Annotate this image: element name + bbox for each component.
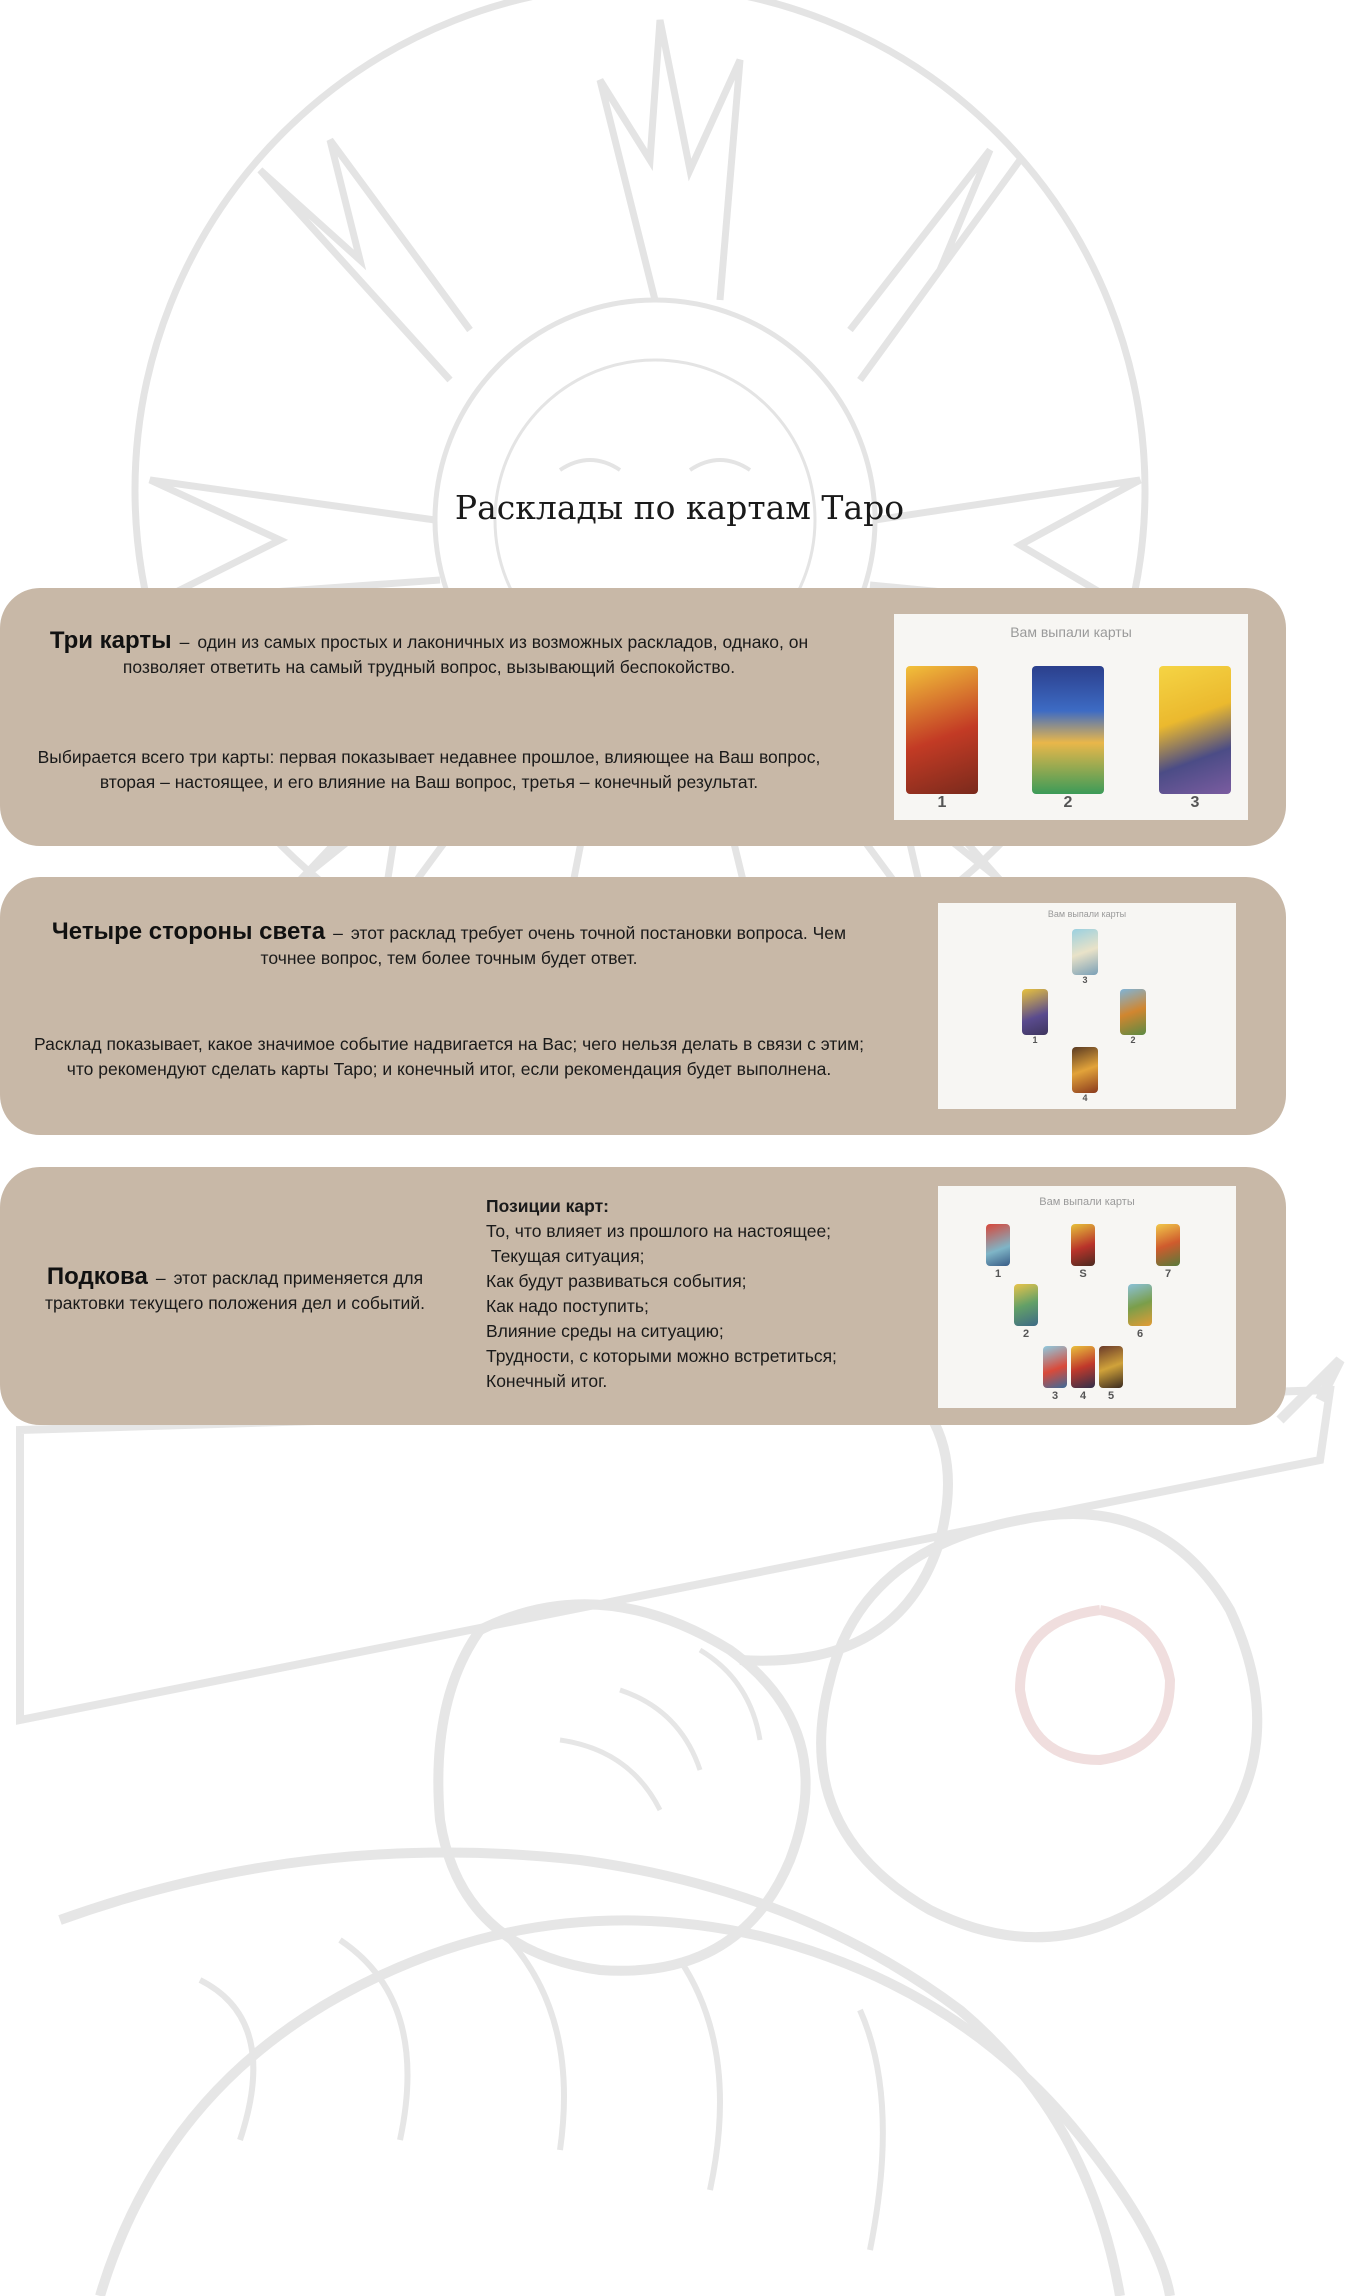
tarot-card (1159, 666, 1231, 794)
tarot-card (1072, 929, 1098, 975)
tarot-card (1022, 989, 1048, 1035)
card-number: 3 (1051, 1390, 1059, 1402)
spread-detail: Расклад показывает, какое значимое событ… (34, 1034, 864, 1079)
spread-name: Четыре стороны света (51, 918, 326, 945)
background-engravings (16, 0, 1345, 2296)
tarot-card (1120, 989, 1146, 1035)
spread-horseshoe: Подкова – этот расклад применяется для тра… (0, 1167, 1286, 1425)
position-item: Как будут развиваться события; (486, 1271, 747, 1291)
card-number: 1 (1032, 1035, 1038, 1045)
card-number: 3 (1082, 975, 1088, 985)
positions-list: Позиции карт: То, что влияет из прошлого… (486, 1194, 837, 1394)
spread-image: Вам выпали карты 3 1 2 4 (938, 903, 1236, 1109)
spread-image: Вам выпали карты 1 2 3 (894, 614, 1248, 820)
tarot-card (1128, 1284, 1152, 1326)
tarot-card (1014, 1284, 1038, 1326)
image-caption: Вам выпали карты (1047, 909, 1127, 919)
tarot-card (1156, 1224, 1180, 1266)
card-number: 2 (1063, 794, 1073, 811)
card-number: 2 (1130, 1035, 1136, 1045)
spread-intro: Подкова – этот расклад применяется для тра… (45, 1263, 425, 1313)
card-number: 4 (1079, 1390, 1087, 1402)
tarot-card (1043, 1346, 1067, 1388)
positions-heading: Позиции карт: (486, 1196, 609, 1216)
position-item: То, что влияет из прошлого на настоящее; (486, 1221, 832, 1241)
image-caption: Вам выпали карты (1039, 1196, 1135, 1208)
card-number: 6 (1136, 1328, 1144, 1340)
card-number: 7 (1164, 1268, 1172, 1280)
tarot-card (1071, 1346, 1095, 1388)
tarot-card (906, 666, 978, 794)
card-number: 1 (937, 794, 947, 811)
position-item: Конечный итог. (486, 1371, 608, 1391)
spread-name: Три карты (49, 627, 172, 654)
image-caption: Вам выпали карты (1010, 624, 1132, 640)
card-number: 5 (1107, 1390, 1115, 1402)
tarot-card (986, 1224, 1010, 1266)
spread-intro-text: этот расклад требует очень точной постан… (260, 923, 847, 968)
position-item: Трудности, с которыми можно встретиться; (486, 1346, 837, 1366)
spread-intro: Четыре стороны света – этот расклад требуе… (51, 918, 847, 968)
spread-name: Подкова (46, 1263, 148, 1290)
spread-four-directions: Четыре стороны света – этот расклад требуе… (0, 877, 1286, 1135)
card-number: 1 (994, 1268, 1002, 1280)
card-number: 3 (1190, 794, 1200, 811)
page-title: Расклады по картам Таро (454, 488, 905, 527)
tarot-card (1072, 1047, 1098, 1093)
position-item: Влияние среды на ситуацию; (486, 1321, 724, 1341)
spread-three-cards: Три карты – один из самых простых и лакони… (0, 588, 1286, 846)
spread-intro: Три карты – один из самых простых и лакони… (49, 627, 809, 677)
card-number: 2 (1022, 1328, 1030, 1340)
knight-engraving-icon (16, 1325, 1345, 2296)
card-number: S (1079, 1268, 1087, 1280)
spread-detail: Выбирается всего три карты: первая показ… (37, 747, 821, 792)
tarot-card (1099, 1346, 1123, 1388)
spread-intro-text: один из самых простых и лаконичных из во… (122, 632, 809, 677)
tarot-card (1071, 1224, 1095, 1266)
spread-image: Вам выпали карты 1 S 7 2 6 3 4 5 (938, 1186, 1236, 1408)
position-item: Текущая ситуация; (486, 1246, 645, 1266)
position-item: Как надо поступить; (486, 1296, 649, 1316)
tarot-card (1032, 666, 1104, 794)
card-number: 4 (1082, 1093, 1088, 1103)
